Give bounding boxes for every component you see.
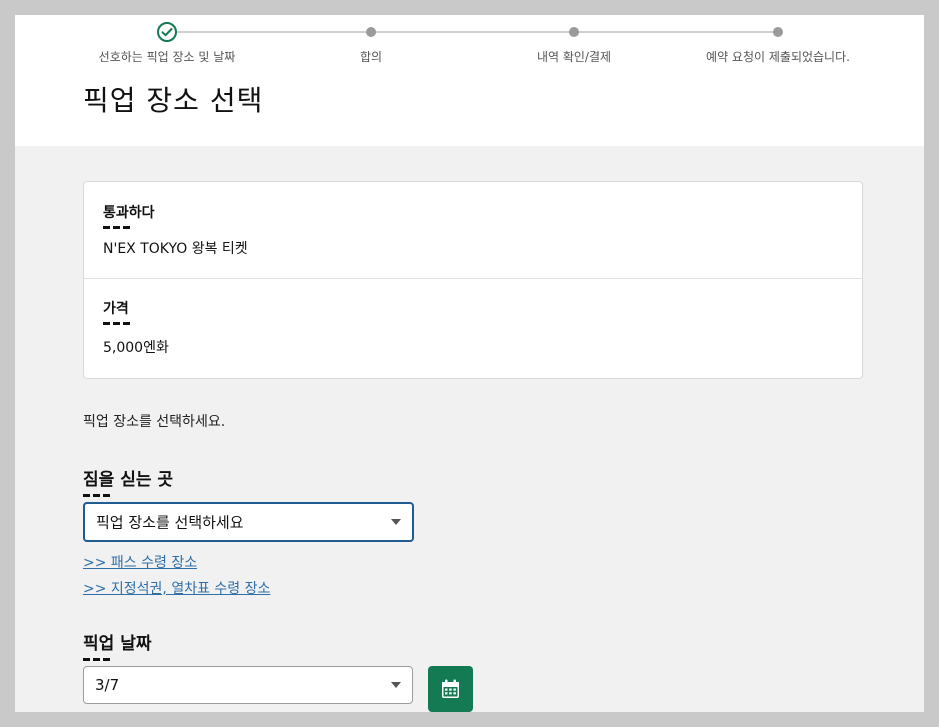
pass-label: 통과하다: [103, 202, 155, 229]
app-frame: 선호하는 픽업 장소 및 날짜 합의 내역 확인/결제 예약 요청이 제출되었습…: [15, 15, 924, 712]
calendar-button[interactable]: [428, 666, 473, 712]
instructions-text: 픽업 장소를 선택하세요.: [83, 414, 226, 430]
required-marker: [103, 322, 131, 325]
pass-value: N'EX TOKYO 왕복 티켓: [103, 241, 248, 257]
header-panel: 선호하는 픽업 장소 및 날짜 합의 내역 확인/결제 예약 요청이 제출되었습…: [15, 15, 924, 146]
pickup-date-label-text: 픽업 날짜: [83, 634, 152, 654]
step-dot-submitted: [773, 27, 783, 37]
required-marker: [83, 658, 111, 661]
chevron-down-icon: [391, 519, 401, 525]
step-label-location-date: 선호하는 픽업 장소 및 날짜: [98, 50, 236, 64]
pickup-date-label: 픽업 날짜: [83, 629, 151, 661]
pickup-location-selected-value: 픽업 장소를 선택하세요: [96, 513, 244, 532]
step-label-agreement: 합의: [359, 50, 383, 64]
ticket-summary-card: 통과하다 N'EX TOKYO 왕복 티켓 가격 5,000엔화: [83, 181, 863, 379]
step-label-review-payment: 내역 확인/결제: [536, 50, 612, 64]
progress-stepper: 선호하는 픽업 장소 및 날짜 합의 내역 확인/결제 예약 요청이 제출되었습…: [15, 15, 924, 75]
required-marker: [103, 226, 131, 229]
page-title: 픽업 장소 선택: [83, 84, 264, 117]
stepper-track: [167, 31, 778, 33]
reserved-seat-ticket-pickup-link[interactable]: >> 지정석권, 열차표 수령 장소: [83, 578, 270, 598]
step-dot-agreement: [366, 27, 376, 37]
pickup-location-select[interactable]: 픽업 장소를 선택하세요: [83, 502, 414, 542]
summary-row-price: 가격 5,000엔화: [84, 279, 862, 378]
chevron-down-icon: [391, 682, 401, 688]
check-circle-icon: [157, 22, 177, 42]
calendar-icon: [442, 679, 459, 698]
step-dot-review-payment: [569, 27, 579, 37]
pickup-date-selected-value: 3/7: [95, 676, 120, 694]
summary-row-pass: 통과하다 N'EX TOKYO 왕복 티켓: [84, 182, 862, 279]
step-label-submitted: 예약 요청이 제출되었습니다.: [706, 50, 850, 64]
pickup-date-select[interactable]: 3/7: [83, 666, 413, 704]
price-value: 5,000엔화: [103, 340, 169, 356]
pickup-location-label: 짐을 싣는 곳: [83, 465, 173, 497]
pass-label-text: 통과하다: [103, 205, 155, 221]
price-label-text: 가격: [103, 301, 129, 317]
price-label: 가격: [103, 298, 131, 325]
pass-pickup-locations-link[interactable]: >> 패스 수령 장소: [83, 552, 197, 572]
required-marker: [83, 494, 111, 497]
pickup-location-label-text: 짐을 싣는 곳: [83, 470, 174, 490]
